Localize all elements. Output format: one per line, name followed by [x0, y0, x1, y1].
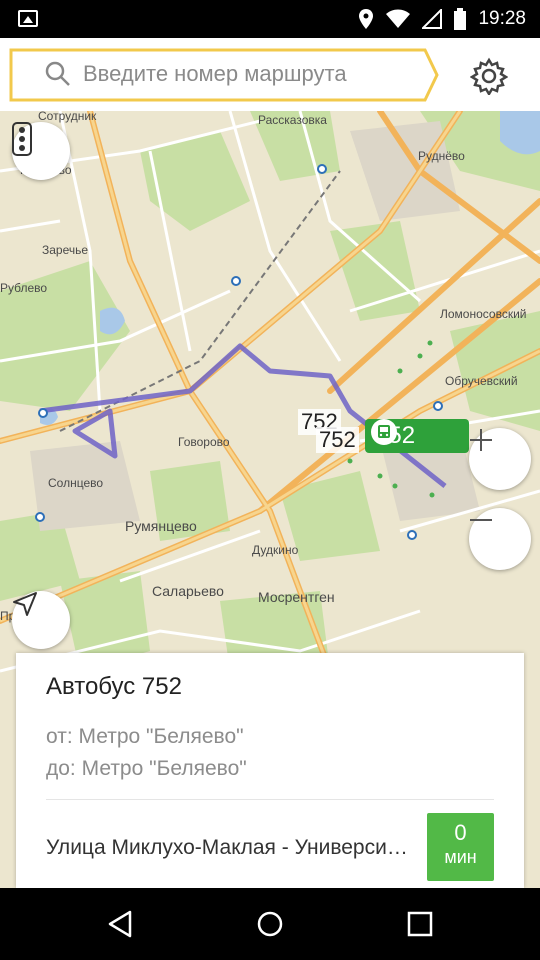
my-location-button[interactable] [12, 591, 70, 649]
system-nav-bar [0, 888, 540, 960]
bus-icon [371, 419, 397, 445]
next-stop-name[interactable]: Улица Миклухо-Маклая - Университет [46, 836, 416, 860]
map-label: Солнцево [48, 476, 104, 490]
route-info-card[interactable]: Автобус 752 от: Метро "Беляево" до: Метр… [16, 653, 524, 888]
battery-icon [454, 8, 467, 30]
zoom-in-button[interactable] [469, 428, 531, 490]
map-label: Сотрудник [38, 111, 97, 123]
map-label: Обручевский [445, 374, 518, 388]
route-to: до: Метро "Беляево" [46, 757, 247, 780]
location-icon [359, 9, 374, 29]
arrival-time-unit: мин [444, 847, 477, 867]
clock: 19:28 [478, 8, 526, 29]
map-label: Румянцево [125, 518, 197, 534]
navigation-arrow-icon [13, 592, 37, 616]
map-label: Ломоносовский [440, 307, 527, 321]
route-search-input[interactable]: Введите номер маршрута [9, 48, 439, 102]
map-label: Рассказовка [258, 113, 327, 127]
arrival-time-badge: 0 мин [427, 813, 494, 881]
map-label: Дудкино [252, 543, 299, 557]
search-icon [45, 61, 70, 86]
recents-square-icon [407, 911, 433, 937]
search-placeholder: Введите номер маршрута [83, 61, 347, 86]
arrival-time-value: 0 [454, 820, 467, 845]
status-bar: 19:28 [0, 0, 540, 38]
route-title: Автобус 752 [46, 673, 182, 700]
minus-icon [470, 519, 492, 521]
map-label: Саларьево [152, 583, 224, 599]
traffic-toggle-button[interactable] [12, 122, 70, 180]
map-label: Заречье [42, 243, 89, 257]
route-from: от: Метро "Беляево" [46, 725, 244, 748]
map-label: Мосрентген [258, 589, 335, 605]
zoom-out-button[interactable] [469, 508, 531, 570]
settings-gear-icon[interactable] [470, 57, 508, 95]
home-circle-icon [257, 911, 283, 937]
divider [46, 799, 494, 800]
traffic-light-icon [12, 122, 32, 156]
gallery-icon [18, 10, 38, 27]
back-triangle-icon [108, 910, 132, 938]
map-label: Рублево [0, 281, 48, 295]
wifi-icon [386, 9, 411, 28]
plus-icon [470, 429, 492, 451]
map-label: Говорово [178, 435, 230, 449]
map-label: Руднёво [418, 149, 465, 163]
home-button[interactable] [248, 902, 292, 946]
bus-marker[interactable]: 752 [365, 419, 469, 453]
back-button[interactable] [98, 902, 142, 946]
route-number-label: 752 [316, 427, 359, 453]
signal-icon [422, 9, 443, 29]
recents-button[interactable] [398, 902, 442, 946]
top-bar: Введите номер маршрута [0, 38, 540, 112]
